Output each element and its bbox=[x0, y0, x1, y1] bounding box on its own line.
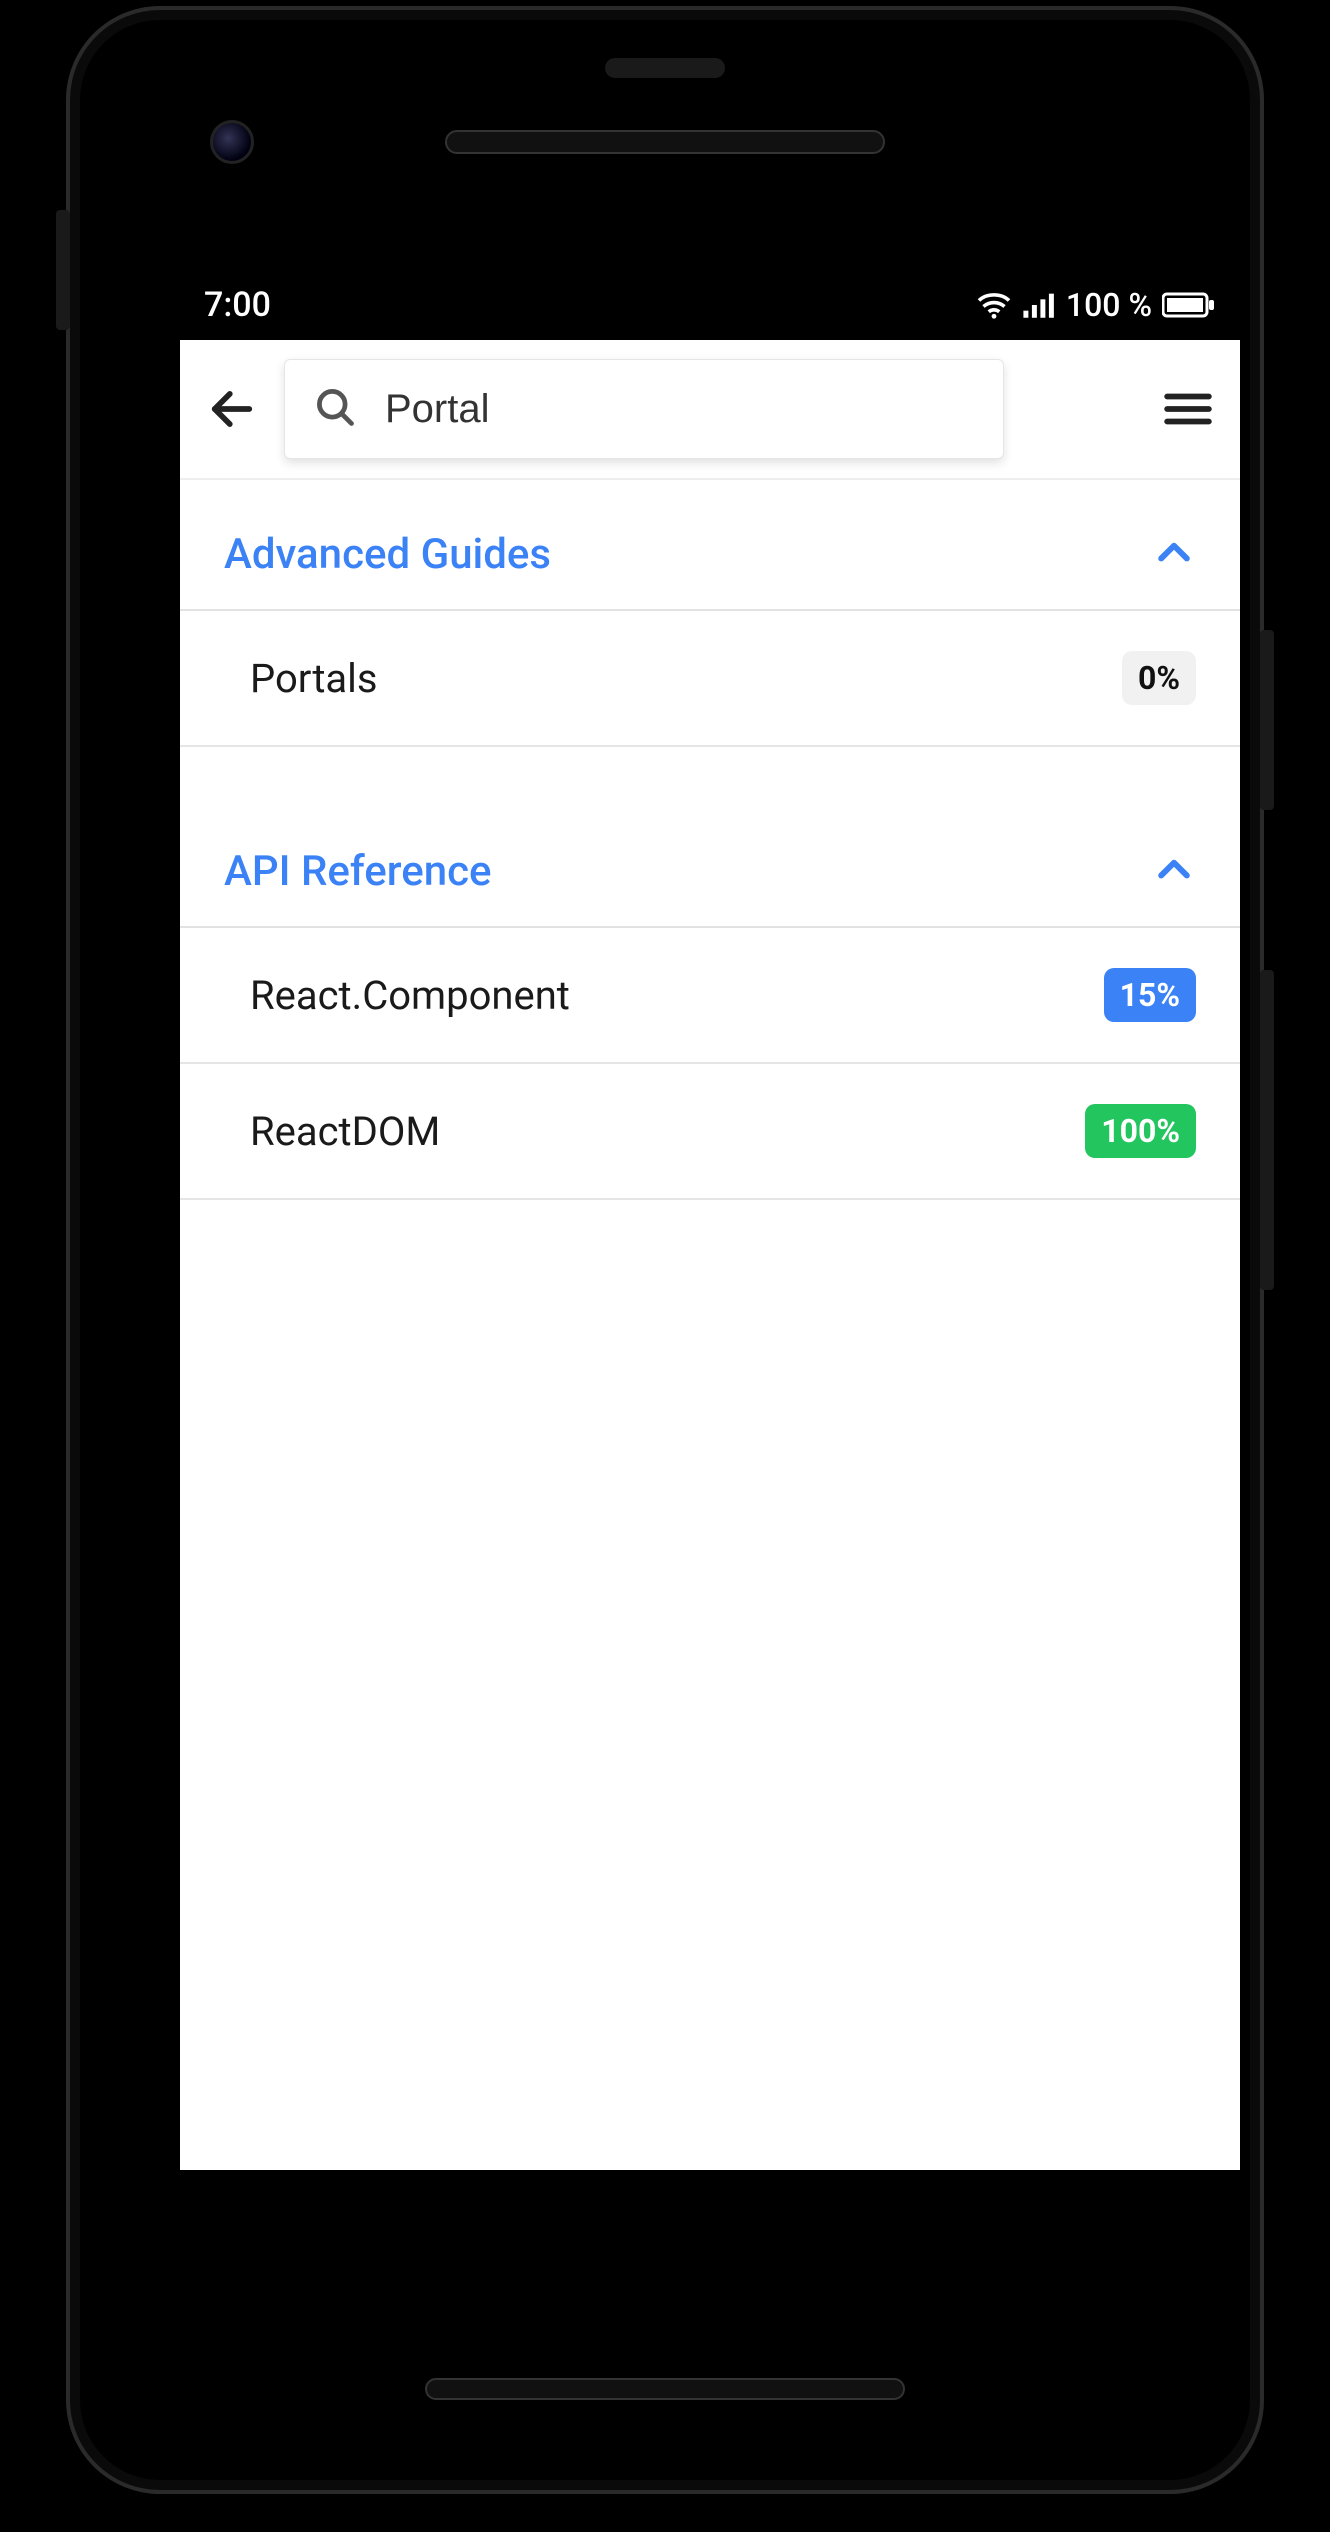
phone-side-button-volume-down bbox=[1260, 970, 1274, 1290]
search-icon bbox=[313, 385, 357, 433]
phone-side-button-left bbox=[56, 210, 70, 330]
phone-side-button-volume-up bbox=[1260, 630, 1274, 810]
status-bar: 7:00 bbox=[180, 270, 1240, 340]
phone-screen: 7:00 bbox=[180, 270, 1240, 2170]
progress-badge: 0% bbox=[1122, 651, 1196, 705]
section-title: API Reference bbox=[224, 847, 492, 896]
section-gap bbox=[180, 747, 1240, 797]
list-item-reactdom[interactable]: ReactDOM 100% bbox=[180, 1064, 1240, 1200]
search-box[interactable] bbox=[284, 359, 1004, 459]
section-header-advanced-guides[interactable]: Advanced Guides bbox=[180, 480, 1240, 611]
phone-camera bbox=[210, 120, 254, 164]
section-header-api-reference[interactable]: API Reference bbox=[180, 797, 1240, 928]
list-item-label: ReactDOM bbox=[250, 1108, 440, 1155]
progress-badge: 15% bbox=[1104, 968, 1196, 1022]
menu-button[interactable] bbox=[1156, 377, 1220, 441]
hamburger-icon bbox=[1163, 389, 1213, 429]
list-item-label: Portals bbox=[250, 655, 378, 702]
list-item-react-component[interactable]: React.Component 15% bbox=[180, 928, 1240, 1064]
chevron-up-icon bbox=[1152, 531, 1196, 579]
app-content: Advanced Guides Portals 0% API Reference bbox=[180, 340, 1240, 2170]
status-time: 7:00 bbox=[204, 285, 271, 325]
wifi-icon bbox=[976, 290, 1012, 320]
app-bar bbox=[180, 340, 1240, 480]
arrow-left-icon bbox=[206, 383, 258, 435]
phone-speaker-top bbox=[445, 130, 885, 154]
progress-badge: 100% bbox=[1085, 1104, 1196, 1158]
back-button[interactable] bbox=[200, 377, 264, 441]
results-list: Advanced Guides Portals 0% API Reference bbox=[180, 480, 1240, 1200]
chevron-up-icon bbox=[1152, 848, 1196, 896]
status-right: 100 % bbox=[976, 286, 1216, 324]
search-input[interactable] bbox=[385, 387, 975, 432]
phone-frame: 7:00 bbox=[70, 10, 1260, 2490]
cellular-icon bbox=[1022, 290, 1056, 320]
phone-notch bbox=[605, 58, 725, 78]
battery-text: 100 % bbox=[1066, 286, 1152, 324]
list-item-portals[interactable]: Portals 0% bbox=[180, 611, 1240, 747]
phone-speaker-bottom bbox=[425, 2378, 905, 2400]
section-title: Advanced Guides bbox=[224, 530, 551, 579]
list-item-label: React.Component bbox=[250, 972, 570, 1019]
battery-icon bbox=[1162, 291, 1216, 319]
